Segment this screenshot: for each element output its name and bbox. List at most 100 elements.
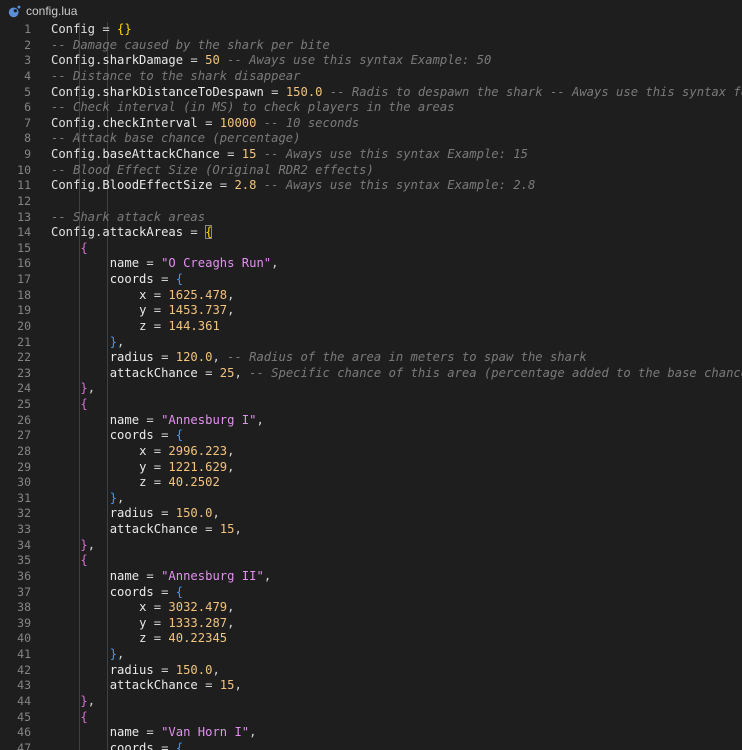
token: =	[153, 584, 176, 599]
code-line[interactable]: 25 {	[0, 397, 742, 413]
token: =	[153, 740, 176, 750]
code-line[interactable]: 39 y = 1333.287,	[0, 616, 742, 632]
code-line[interactable]: 16 name = "O Creaghs Run",	[0, 256, 742, 272]
token: =	[197, 522, 220, 536]
line-number: 33	[17, 522, 31, 536]
line-code: {	[51, 709, 88, 726]
code-line[interactable]: 18 x = 1625.478,	[0, 288, 742, 304]
token: -- Check interval (in MS) to check playe…	[51, 100, 455, 115]
code-line[interactable]: 40 z = 40.22345	[0, 631, 742, 647]
code-line[interactable]: 34 },	[0, 538, 742, 554]
token: =	[146, 475, 169, 490]
line-number: 7	[24, 115, 31, 130]
code-line[interactable]: 7 Config.checkInterval = 10000 -- 10 seco…	[0, 116, 742, 132]
code-line[interactable]: 21 },	[0, 335, 742, 351]
line-code: name = "Van Horn I",	[51, 725, 257, 741]
code-line[interactable]: 12	[0, 194, 742, 210]
token: =	[146, 631, 169, 646]
line-code: coords = {	[51, 272, 183, 288]
token: =	[139, 725, 162, 740]
line-number: 39	[17, 615, 31, 630]
code-line[interactable]: 43 attackChance = 15,	[0, 678, 742, 694]
code-editor[interactable]: 1 Config = {} 2 -- Damage caused by the sha…	[0, 22, 742, 750]
code-line[interactable]: 20 z = 144.361	[0, 319, 742, 335]
token: name	[109, 256, 140, 271]
code-line[interactable]: 42 radius = 150.0,	[0, 663, 742, 679]
token: 150.0	[175, 506, 213, 521]
token: ,	[117, 490, 125, 505]
code-line[interactable]: 11 Config.BloodEffectSize = 2.8 -- Aways …	[0, 178, 742, 194]
token: 40.2502	[168, 475, 220, 490]
token: Config	[51, 84, 96, 99]
line-code: Config.BloodEffectSize = 2.8 -- Aways us…	[51, 178, 535, 194]
code-line[interactable]: 33 attackChance = 15,	[0, 522, 742, 538]
token: baseAttackChance	[102, 147, 220, 161]
token: {	[80, 709, 88, 724]
line-code: },	[51, 381, 95, 397]
line-code: },	[51, 538, 95, 554]
token: Config	[51, 147, 96, 161]
token: "O Creaghs Run"	[161, 256, 272, 271]
code-line[interactable]: 5 Config.sharkDistanceToDespawn = 150.0 -…	[0, 85, 742, 101]
code-line[interactable]: 47 coords = {	[0, 741, 742, 750]
line-number: 31	[17, 490, 31, 505]
tab-config-lua[interactable]: config.lua	[8, 0, 77, 22]
code-line[interactable]: 46 name = "Van Horn I",	[0, 725, 742, 741]
code-line[interactable]: 4 -- Distance to the shark disappear	[0, 69, 742, 85]
token: coords	[109, 584, 154, 599]
code-line[interactable]: 6 -- Check interval (in MS) to check play…	[0, 100, 742, 116]
code-line[interactable]: 41 },	[0, 647, 742, 663]
code-line[interactable]: 17 coords = {	[0, 272, 742, 288]
code-line[interactable]: 27 coords = {	[0, 428, 742, 444]
code-line[interactable]: 13 -- Shark attack areas	[0, 210, 742, 226]
line-code: -- Blood Effect Size (Original RDR2 effe…	[51, 163, 374, 179]
line-code: x = 2996.223,	[51, 444, 234, 460]
line-number: 10	[17, 162, 31, 177]
code-line[interactable]: 22 radius = 120.0, -- Radius of the area…	[0, 350, 742, 366]
token: -- Radis to despawn the shark -- Aways u…	[329, 84, 742, 99]
code-line[interactable]: 10 -- Blood Effect Size (Original RDR2 ef…	[0, 163, 742, 179]
code-line[interactable]: 28 x = 2996.223,	[0, 444, 742, 460]
code-line[interactable]: 8 -- Attack base chance (percentage)	[0, 131, 742, 147]
code-line[interactable]: 1 Config = {}	[0, 22, 742, 38]
code-line[interactable]: 36 name = "Annesburg II",	[0, 569, 742, 585]
line-code: name = "O Creaghs Run",	[51, 256, 279, 272]
token: attackChance	[109, 678, 198, 693]
token: =	[197, 365, 220, 380]
code-line[interactable]: 37 coords = {	[0, 585, 742, 601]
token: -- 10 seconds	[256, 115, 360, 130]
line-code: },	[51, 334, 125, 351]
code-line[interactable]: 45 {	[0, 710, 742, 726]
line-code: radius = 150.0,	[51, 506, 220, 522]
code-line[interactable]: 35 {	[0, 553, 742, 569]
line-number: 43	[17, 678, 31, 693]
token: 40.22345	[168, 631, 228, 646]
token: }	[109, 334, 118, 349]
code-line[interactable]: 32 radius = 150.0,	[0, 506, 742, 522]
code-line[interactable]: 29 y = 1221.629,	[0, 460, 742, 476]
line-code: y = 1453.737,	[51, 303, 234, 319]
code-line[interactable]: 31 },	[0, 491, 742, 507]
code-line[interactable]: 14 Config.attackAreas = {	[0, 225, 742, 241]
line-code: -- Check interval (in MS) to check playe…	[51, 100, 455, 116]
code-line[interactable]: 30 z = 40.2502	[0, 475, 742, 491]
line-number: 5	[24, 84, 31, 99]
token: ,	[256, 412, 264, 427]
code-line[interactable]: 23 attackChance = 25, -- Specific chance…	[0, 366, 742, 382]
code-line[interactable]: 19 y = 1453.737,	[0, 303, 742, 319]
code-line[interactable]: 3 Config.sharkDamage = 50 -- Aways use th…	[0, 53, 742, 69]
token: =	[153, 428, 176, 443]
code-line[interactable]: 15 {	[0, 241, 742, 257]
code-line[interactable]: 2 -- Damage caused by the shark per bite	[0, 38, 742, 54]
code-line[interactable]: 9 Config.baseAttackChance = 15 -- Aways u…	[0, 147, 742, 163]
token: 150.0	[175, 662, 213, 677]
token: 15	[219, 678, 235, 693]
token: ,	[227, 600, 235, 615]
code-line[interactable]: 44 },	[0, 694, 742, 710]
code-line[interactable]: 24 },	[0, 381, 742, 397]
token: -- Aways use this syntax Example: 50	[219, 53, 492, 68]
code-line[interactable]: 26 name = "Annesburg I",	[0, 413, 742, 429]
token: ,	[117, 334, 125, 349]
code-line[interactable]: 38 x = 3032.479,	[0, 600, 742, 616]
token: =	[146, 600, 169, 615]
